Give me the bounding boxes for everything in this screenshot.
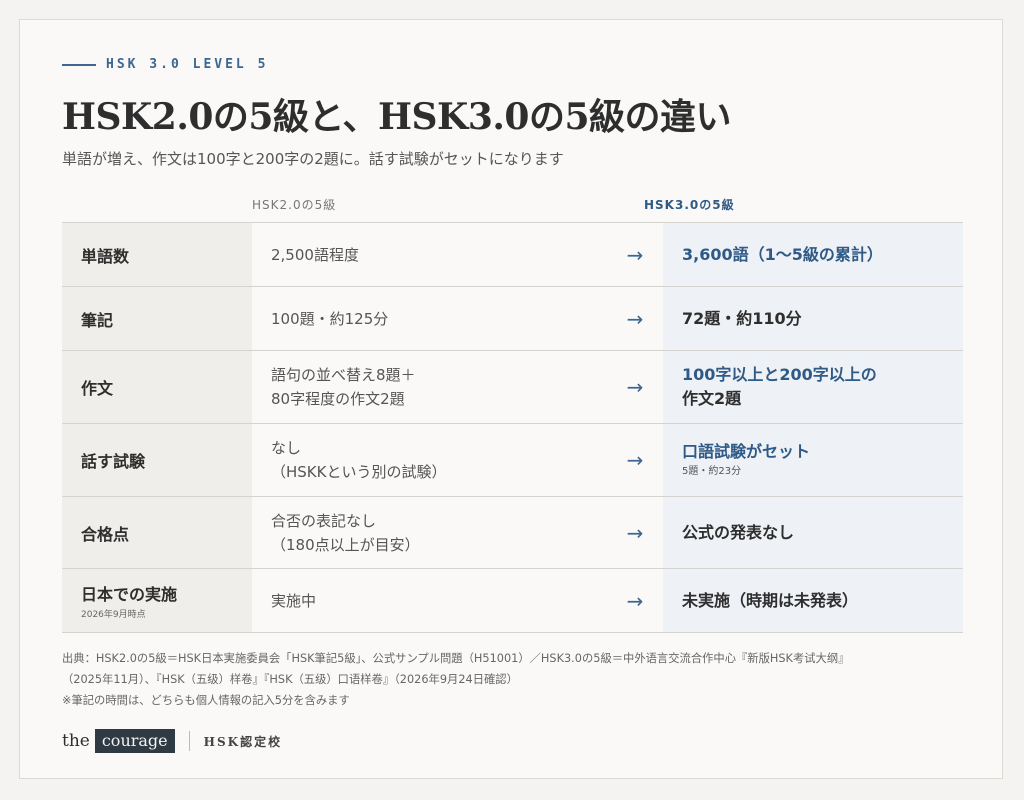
new-value-highlight: 100字以上と200字以上の <box>682 365 877 384</box>
table-row: 話す試験 なし （HSKKという別の試験） → 口語試験がセット 5題・約23分 <box>62 424 963 497</box>
row-label: 単語数 <box>81 246 130 266</box>
row-label-cell: 単語数 <box>62 223 252 286</box>
new-value-cell: 3,600語（1〜5級の累計） <box>663 223 963 286</box>
old-value-cell: 語句の並べ替え8題＋ 80字程度の作文2題 <box>252 351 607 423</box>
table-header: HSK2.0の5級 HSK3.0の5級 <box>62 190 963 222</box>
table-row: 作文 語句の並べ替え8題＋ 80字程度の作文2題 → 100字以上と200字以上の 作文2… <box>62 351 963 424</box>
old-value-line: 合否の表記なし <box>271 511 377 530</box>
row-label-cell: 作文 <box>62 351 252 423</box>
certification-label: HSK認定校 <box>203 734 283 749</box>
old-value-cell: なし （HSKKという別の試験） <box>252 424 607 496</box>
old-value-cell: 合否の表記なし （180点以上が目安） <box>252 497 607 568</box>
new-value-highlight: 口語試験がセット <box>682 442 811 461</box>
source-line: ※筆記の時間は、どちらも個人情報の記入5分を含みます <box>62 694 350 707</box>
new-value-cell: 100字以上と200字以上の 作文2題 <box>663 351 963 423</box>
arrow-icon: → <box>626 448 644 472</box>
new-value-cell: 口語試験がセット 5題・約23分 <box>663 424 963 496</box>
source-note: 出典：HSK2.0の5級＝HSK日本実施委員会「HSK筆記5級」、公式サンプル問… <box>62 648 962 711</box>
arrow-icon: → <box>626 306 644 331</box>
old-value-cell: 100題・約125分 <box>252 287 607 350</box>
new-value-subnote: 5題・約23分 <box>682 466 742 477</box>
table-row: 単語数 2,500語程度 → 3,600語（1〜5級の累計） <box>62 223 963 287</box>
page-subtitle: 単語が増え、作文は100字と200字の2題に。話す試験がセットになります <box>62 150 564 168</box>
table-row: 日本での実施 2026年9月時点 実施中 → 未実施（時期は未発表） <box>62 569 963 633</box>
new-value-highlight: 3,600語（1〜5級の累計） <box>682 244 883 264</box>
old-value-line: （HSKKという別の試験） <box>271 463 447 481</box>
column-header-old: HSK2.0の5級 <box>252 198 337 212</box>
arrow-icon: → <box>626 588 644 613</box>
column-header-new: HSK3.0の5級 <box>644 198 735 212</box>
logo-the: the <box>62 731 90 751</box>
row-label-cell: 合格点 <box>62 497 252 568</box>
logo-courage: courage <box>94 729 175 753</box>
eyebrow-rule <box>62 63 96 66</box>
row-label: 話す試験 <box>81 452 146 471</box>
arrow-icon: → <box>626 375 644 399</box>
arrow-icon: → <box>626 242 644 267</box>
old-value-line: 80字程度の作文2題 <box>271 390 405 408</box>
old-value-line: 100題・約125分 <box>271 309 389 328</box>
footer-divider <box>188 731 190 751</box>
table-row: 筆記 100題・約125分 → 72題・約110分 <box>62 287 963 351</box>
old-value-line: 実施中 <box>271 591 317 610</box>
old-value-line: 語句の並べ替え8題＋ <box>271 366 416 384</box>
row-label-cell: 筆記 <box>62 287 252 350</box>
row-label-note: 2026年9月時点 <box>81 610 146 620</box>
row-label: 筆記 <box>81 310 114 330</box>
old-value-cell: 実施中 <box>252 569 607 632</box>
old-value-cell: 2,500語程度 <box>252 223 607 286</box>
source-line: 出典：HSK2.0の5級＝HSK日本実施委員会「HSK筆記5級」、公式サンプル問… <box>62 652 850 665</box>
old-value-line: （180点以上が目安） <box>271 535 420 554</box>
row-label-cell: 話す試験 <box>62 424 252 496</box>
row-label-cell: 日本での実施 2026年9月時点 <box>62 569 252 632</box>
page-title: HSK2.0の5級と、HSK3.0の5級の違い <box>62 96 732 138</box>
new-value-line: 公式の発表なし <box>682 522 795 542</box>
new-value-line: 作文2題 <box>682 389 742 408</box>
new-value-line: 72題・約110分 <box>682 308 802 328</box>
new-value-cell: 未実施（時期は未発表） <box>663 569 963 632</box>
eyebrow: HSK 3.0 LEVEL 5 <box>62 57 268 72</box>
comparison-table: HSK2.0の5級 HSK3.0の5級 単語数 2,500語程度 → 3,600語（1… <box>62 190 963 633</box>
source-line: （2025年11月）、『HSK（五级）样卷』『HSK（五级）口语样卷』（2026… <box>62 673 518 686</box>
footer: the courage HSK認定校 <box>62 729 282 753</box>
table-row: 合格点 合否の表記なし （180点以上が目安） → 公式の発表なし <box>62 497 963 569</box>
row-label: 合格点 <box>81 524 130 544</box>
row-label: 作文 <box>81 379 114 398</box>
eyebrow-text: HSK 3.0 LEVEL 5 <box>106 57 269 72</box>
table-body: 単語数 2,500語程度 → 3,600語（1〜5級の累計） 筆記 100題・約125分 →… <box>62 222 963 633</box>
new-value-cell: 公式の発表なし <box>663 497 963 568</box>
old-value-line: なし <box>271 439 302 457</box>
new-value-cell: 72題・約110分 <box>663 287 963 350</box>
row-label: 日本での実施 <box>81 585 178 604</box>
arrow-icon: → <box>626 520 644 545</box>
new-value-line: 未実施（時期は未発表） <box>682 590 859 610</box>
info-card: HSK 3.0 LEVEL 5 HSK2.0の5級と、HSK3.0の5級の違い … <box>19 19 1003 779</box>
old-value-line: 2,500語程度 <box>271 245 359 264</box>
